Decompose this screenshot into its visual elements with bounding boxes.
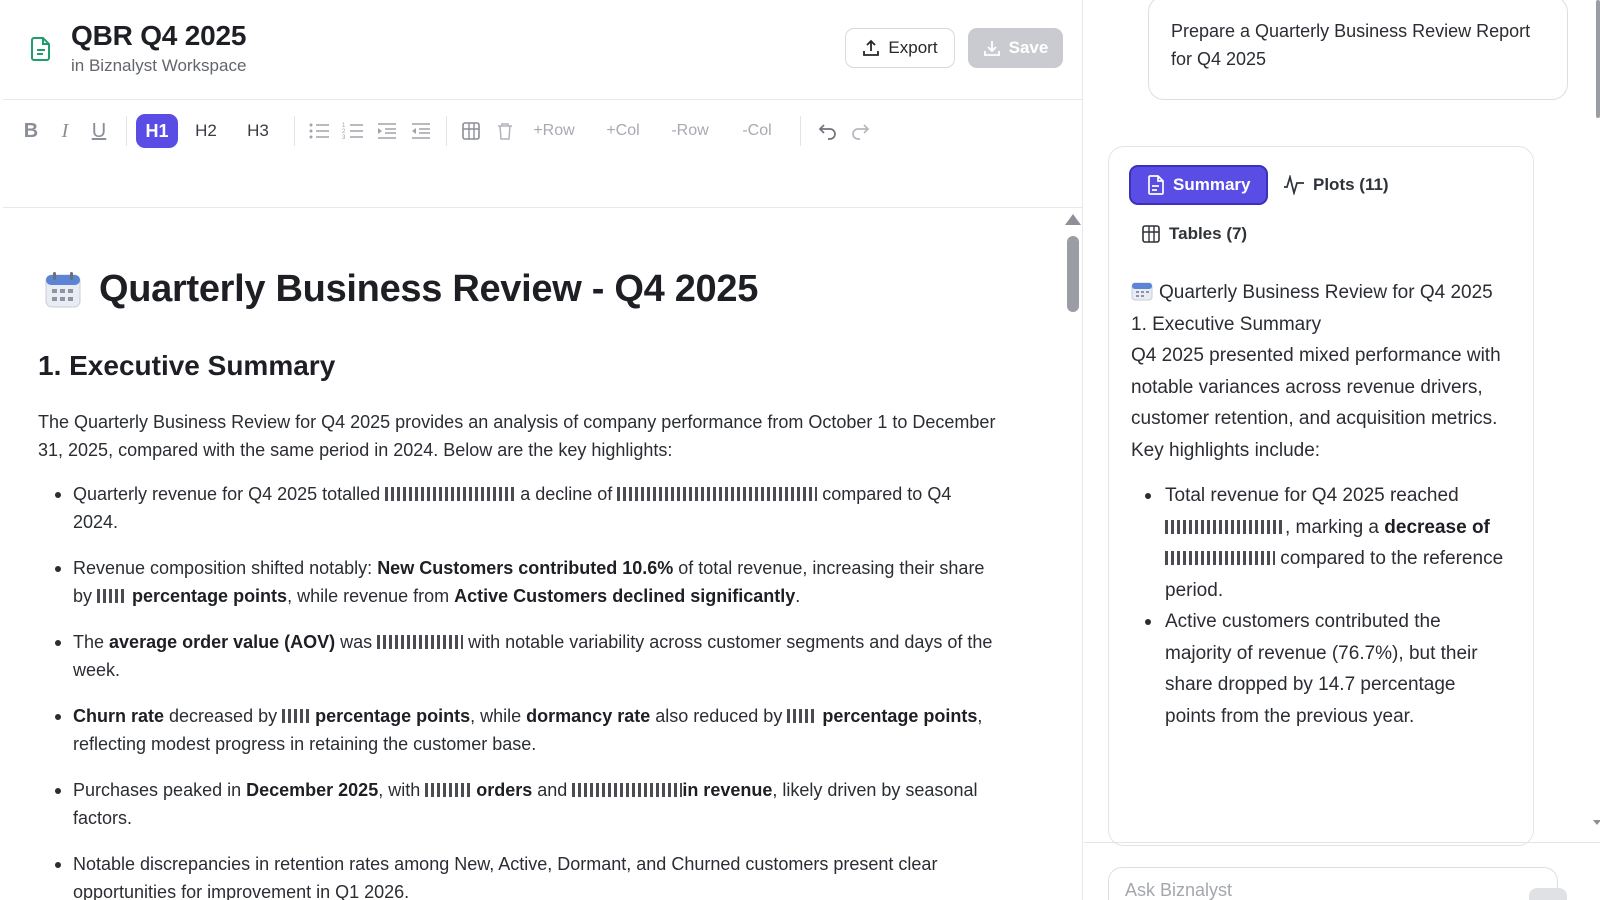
delete-column-button[interactable]: -Col <box>737 114 777 148</box>
underline-button[interactable]: U <box>87 114 111 148</box>
bullet-list-icon[interactable] <box>306 114 332 148</box>
scroll-down-arrow[interactable] <box>1593 820 1600 825</box>
svg-text:3: 3 <box>342 135 346 141</box>
tab-summary[interactable]: Summary <box>1129 165 1269 205</box>
redacted-value <box>282 709 311 723</box>
document-h1: Quarterly Business Review - Q4 2025 <box>99 268 759 310</box>
export-button[interactable]: Export <box>845 28 955 68</box>
redacted-value <box>377 635 464 649</box>
toolbar-divider <box>126 116 127 146</box>
document-header: QBR Q4 2025 in Biznalyst Workspace Expor… <box>3 0 1082 100</box>
bold-button[interactable]: B <box>19 114 43 148</box>
send-button[interactable] <box>1529 888 1567 900</box>
redacted-value <box>97 589 128 603</box>
document-scrollbar[interactable] <box>1067 236 1079 312</box>
export-label: Export <box>888 38 938 57</box>
result-card: Summary Plots (11) Tables (7) Quarterly … <box>1108 146 1534 846</box>
side-scrollbar[interactable] <box>1596 0 1600 118</box>
save-button[interactable]: Save <box>968 28 1063 68</box>
save-icon <box>983 41 1000 56</box>
list-item: Purchases peaked in December 2025, with … <box>55 776 993 832</box>
delete-row-button[interactable]: -Row <box>667 114 713 148</box>
italic-button[interactable]: I <box>53 114 77 148</box>
redacted-value <box>617 487 818 501</box>
trash-icon[interactable] <box>492 114 518 148</box>
tab-plots[interactable]: Plots (11) <box>1283 165 1389 205</box>
indent-icon[interactable] <box>374 114 400 148</box>
undo-icon[interactable] <box>816 114 840 148</box>
ask-placeholder: Ask Biznalyst <box>1125 880 1233 900</box>
tab-tables-label: Tables (7) <box>1169 224 1248 243</box>
summary-title: Quarterly Business Review for Q4 2025 <box>1131 277 1511 309</box>
toolbar-divider <box>294 116 295 146</box>
heading2-button[interactable]: H2 <box>189 114 223 148</box>
workspace-label: in Biznalyst Workspace <box>71 56 247 75</box>
summary-section: 1. Executive Summary <box>1131 313 1322 335</box>
tab-plots-label: Plots (11) <box>1313 175 1389 194</box>
redacted-value <box>385 487 516 501</box>
upload-icon <box>863 39 880 56</box>
insert-table-icon[interactable] <box>458 114 484 148</box>
summary-list: Total revenue for Q4 2025 reached , mark… <box>1131 480 1511 732</box>
outdent-icon[interactable] <box>408 114 434 148</box>
heading3-button[interactable]: H3 <box>241 114 275 148</box>
redacted-value <box>1165 551 1275 565</box>
summary-paragraph: Q4 2025 presented mixed performance with… <box>1131 345 1501 461</box>
redacted-value <box>787 709 818 723</box>
list-item: Revenue composition shifted notably: New… <box>55 554 993 610</box>
add-row-button[interactable]: +Row <box>529 114 579 148</box>
redacted-value <box>1165 519 1285 534</box>
toolbar-divider <box>800 116 801 146</box>
assistant-pane: Prepare a Quarterly Business Review Repo… <box>1084 0 1600 900</box>
ask-bar: Ask Biznalyst <box>1084 842 1600 900</box>
user-prompt-bubble: Prepare a Quarterly Business Review Repo… <box>1148 0 1568 100</box>
heading1-button[interactable]: H1 <box>136 114 178 148</box>
add-column-button[interactable]: +Col <box>601 114 645 148</box>
tab-tables[interactable]: Tables (7) <box>1141 214 1247 254</box>
tab-summary-label: Summary <box>1173 175 1251 194</box>
list-item: Quarterly revenue for Q4 2025 totalled a… <box>55 480 993 536</box>
scroll-up-arrow[interactable] <box>1065 214 1081 225</box>
list-item: Total revenue for Q4 2025 reached , mark… <box>1145 480 1511 606</box>
numbered-list-icon[interactable]: 123 <box>340 114 366 148</box>
intro-paragraph: The Quarterly Business Review for Q4 202… <box>38 412 996 460</box>
redacted-value <box>425 783 472 797</box>
list-item: Active customers contributed the majorit… <box>1145 606 1511 732</box>
calendar-icon <box>45 271 81 307</box>
app-window: QBR Q4 2025 in Biznalyst Workspace Expor… <box>0 0 1600 900</box>
line-chart-icon <box>1284 175 1304 195</box>
editor-pane: QBR Q4 2025 in Biznalyst Workspace Expor… <box>3 0 1083 900</box>
list-item: The average order value (AOV) was with n… <box>55 628 993 684</box>
document-icon <box>1148 175 1164 195</box>
list-item: Notable discrepancies in retention rates… <box>55 850 993 900</box>
save-label: Save <box>1008 38 1049 57</box>
ask-input[interactable]: Ask Biznalyst <box>1108 867 1567 900</box>
document-body[interactable]: Quarterly Business Review - Q4 2025 1. E… <box>3 210 1063 900</box>
formatting-toolbar: B I U H1 H2 H3 123 +Row +Col -Row -Col <box>3 100 1082 208</box>
calendar-icon <box>1131 282 1153 301</box>
redacted-value <box>572 783 683 797</box>
document-title: QBR Q4 2025 <box>71 20 247 51</box>
document-heading: Quarterly Business Review - Q4 2025 <box>43 268 758 311</box>
toolbar-divider <box>446 116 447 146</box>
redo-icon[interactable] <box>848 114 872 148</box>
list-item: Churn rate decreased by percentage point… <box>55 702 993 758</box>
highlights-list: Quarterly revenue for Q4 2025 totalled a… <box>55 480 993 900</box>
summary-content: Quarterly Business Review for Q4 2025 1.… <box>1131 277 1511 732</box>
section-heading: 1. Executive Summary <box>38 350 336 381</box>
table-icon <box>1142 225 1160 243</box>
document-icon <box>31 37 50 61</box>
